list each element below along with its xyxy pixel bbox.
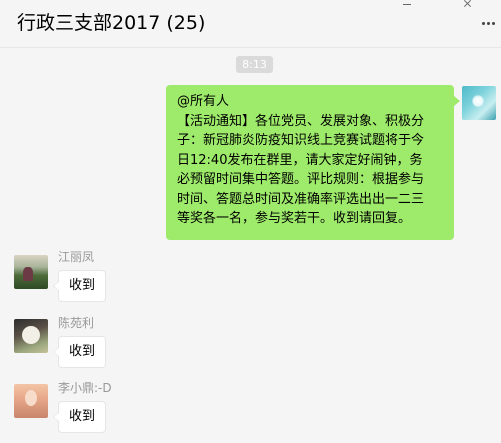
reply-message-bubble[interactable]: 收到 (52, 270, 107, 302)
message-line: 日12:40发布在群里，请大家定好闹钟，务 (177, 152, 423, 168)
chat-title: 行政三支部2017 (25) (17, 12, 206, 34)
sender-avatar[interactable] (14, 384, 48, 418)
sender-name: 陈苑利 (58, 316, 95, 330)
sender-avatar[interactable] (14, 319, 48, 353)
message-line: 子：新冠肺炎防疫知识线上竞赛试题将于今 (177, 133, 425, 148)
message-line: @所有人 (177, 94, 230, 109)
message-line: 【活动通知】各位党员、发展对象、积极分 (177, 113, 425, 129)
message-line: 必预留时间集中答题。评比规则：根据参与 (177, 172, 425, 187)
reply-message-bubble[interactable]: 收到 (52, 336, 107, 368)
self-avatar[interactable] (462, 86, 496, 120)
minimize-icon[interactable] (400, 0, 414, 10)
reply-message-bubble[interactable]: 收到 (52, 401, 107, 433)
self-message-bubble[interactable]: @所有人 【活动通知】各位党员、发展对象、积极分 子：新冠肺炎防疫知识线上竞赛试… (166, 85, 460, 240)
close-icon[interactable] (461, 0, 475, 10)
chat-header: 行政三支部2017 (25) (0, 0, 501, 48)
message-line: 时间、答题总时间及准确率评选出出一二三 (177, 191, 425, 207)
sender-name: 江丽凤 (58, 250, 95, 264)
sender-avatar[interactable] (14, 255, 48, 289)
message-line: 等奖各一名，参与奖若干。收到请回复。 (177, 211, 412, 226)
message-timestamp: 8:13 (236, 56, 273, 73)
more-options-icon[interactable] (482, 22, 496, 27)
sender-name: 李小鼎:-D (58, 381, 112, 395)
